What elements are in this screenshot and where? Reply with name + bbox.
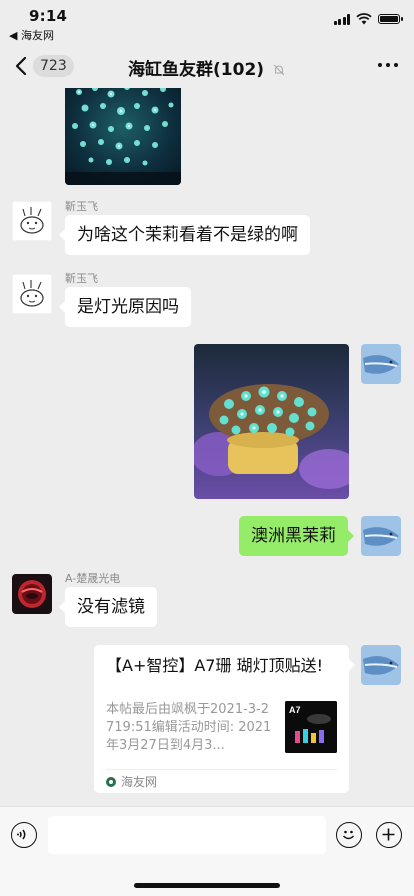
status-bar: 9:14 ◀ 海友网 [0,0,414,44]
more-dots-icon[interactable] [378,63,398,67]
plus-icon[interactable] [376,822,402,848]
wifi-icon [356,13,372,25]
coral-photo-message[interactable] [65,88,181,185]
card-divider [106,769,337,770]
card-title: 【A+智控】A7珊 瑚灯顶贴送! [106,656,323,675]
message-bubble[interactable]: 为啥这个茉莉看着不是绿的啊 [59,215,310,255]
avatar-self[interactable] [361,645,401,685]
emoji-icon[interactable] [336,822,362,848]
chat-title: 海缸鱼友群(102) [128,60,265,80]
coral-photo-message[interactable] [194,344,349,499]
message-bubble[interactable]: 没有滤镜 [59,587,157,627]
source-logo-icon [106,776,116,787]
card-source: 海友网 [106,773,157,790]
avatar-chusheng[interactable] [12,574,52,614]
avatar-jin-yufei[interactable] [12,274,52,314]
home-indicator [134,883,280,888]
chat-title-wrap: 海缸鱼友群(102) [0,55,414,80]
card-source-name: 海友网 [121,775,158,789]
message-list[interactable]: 靳玉飞 为啥这个茉莉看着不是绿的啊 靳玉飞 是灯光原因吗 澳洲黑茉莉 A-楚晟光… [0,88,414,806]
status-icons [333,13,403,25]
card-description: 本帖最后由飒枫于2021-3-2719:51编辑活动时间: 2021年3月27日… [106,702,272,753]
message-bubble[interactable]: 是灯光原因吗 [59,287,191,327]
shared-link-card[interactable]: 【A+智控】A7珊 瑚灯顶贴送! 本帖最后由飒枫于2021-3-2719:51编… [94,645,355,793]
chat-header: 723 海缸鱼友群(102) [0,44,414,88]
message-input[interactable] [48,816,326,854]
sender-name: 靳玉飞 [65,272,98,285]
avatar-jin-yufei[interactable] [12,201,52,241]
card-thumb-label: A7 [289,705,301,715]
status-time: 9:14 [29,7,68,25]
card-thumbnail: A7 [285,701,337,753]
battery-icon [378,14,403,24]
cellular-signal-icon [333,13,350,25]
back-to-app-link[interactable]: ◀ 海友网 [9,27,54,43]
avatar-self[interactable] [361,344,401,384]
sender-name: A-楚晟光电 [65,572,121,585]
avatar-self[interactable] [361,516,401,556]
voice-icon[interactable] [11,822,37,848]
sender-name: 靳玉飞 [65,200,98,213]
message-bubble-self[interactable]: 澳洲黑茉莉 [239,516,354,556]
mute-bell-icon [273,64,285,76]
